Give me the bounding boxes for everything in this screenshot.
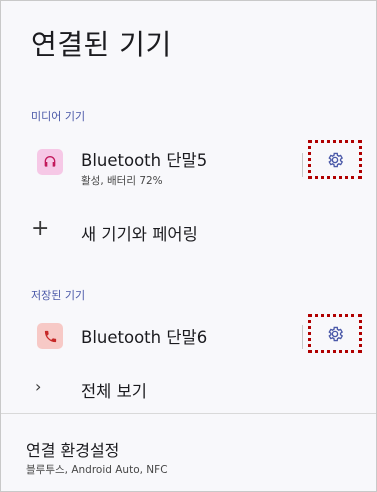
media-device-name: Bluetooth 단말5 bbox=[81, 151, 208, 170]
view-all-label: 전체 보기 bbox=[81, 382, 147, 401]
pair-new-device-label: 새 기기와 페어링 bbox=[81, 225, 198, 244]
gear-icon bbox=[328, 152, 344, 167]
media-device-row[interactable]: Bluetooth 단말5 활성, 배터리 72% bbox=[1, 140, 376, 191]
plus-icon: + bbox=[31, 216, 50, 241]
media-device-status: 활성, 배터리 72% bbox=[81, 175, 163, 187]
gear-icon bbox=[328, 326, 344, 341]
row-divider bbox=[302, 325, 303, 349]
media-device-settings-button[interactable] bbox=[308, 140, 362, 179]
connection-preferences-title: 연결 환경설정 bbox=[26, 441, 120, 460]
saved-device-name: Bluetooth 단말6 bbox=[81, 328, 208, 347]
row-divider bbox=[302, 153, 303, 177]
section-divider bbox=[1, 413, 376, 414]
view-all-row[interactable]: › 전체 보기 bbox=[1, 375, 376, 403]
section-header-media: 미디어 기기 bbox=[31, 110, 86, 123]
chevron-right-icon: › bbox=[35, 377, 42, 396]
pair-new-device-row[interactable]: + 새 기기와 페어링 bbox=[1, 217, 376, 247]
saved-device-settings-button[interactable] bbox=[308, 314, 362, 353]
page-title: 연결된 기기 bbox=[31, 28, 172, 61]
headset-icon bbox=[37, 149, 63, 175]
phone-icon bbox=[37, 323, 63, 349]
settings-screen: 연결된 기기 미디어 기기 Bluetooth 단말5 활성, 배터리 72% … bbox=[0, 0, 377, 492]
section-header-saved: 저장된 기기 bbox=[31, 289, 86, 302]
saved-device-row[interactable]: Bluetooth 단말6 bbox=[1, 314, 376, 357]
connection-preferences-subtitle: 블루투스, Android Auto, NFC bbox=[26, 464, 168, 476]
